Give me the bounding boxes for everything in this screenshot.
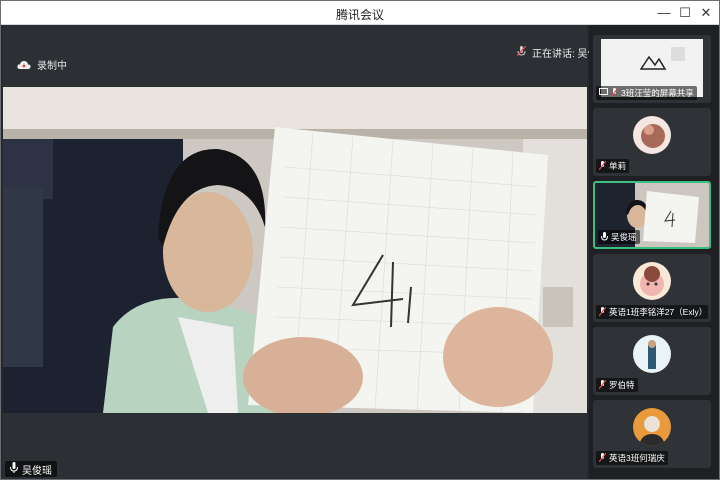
mic-icon xyxy=(10,462,18,476)
participant-tile[interactable]: 罗伯特 xyxy=(593,327,711,395)
close-button[interactable]: ✕ xyxy=(695,3,717,23)
participant-tile[interactable]: 3班汪莹的屏幕共享 xyxy=(593,35,711,103)
participant-label: 英语3班何瑞庆 xyxy=(596,451,668,465)
window-title: 腾讯会议 xyxy=(335,8,384,22)
mic-muted-icon xyxy=(598,452,607,464)
mic-muted-icon xyxy=(610,87,619,99)
mic-muted-icon xyxy=(598,379,607,391)
recording-label: 录制中 xyxy=(37,61,67,72)
app-window: 腾讯会议 — ☐ ✕ 录制中 正在讲话: 吴俊瑶; 吴俊瑶 3班汪莹的屏幕共享 … xyxy=(0,0,720,480)
participant-name: 3班汪莹的屏幕共享 xyxy=(621,88,694,98)
screen-share-icon xyxy=(599,88,608,98)
minimize-button[interactable]: — xyxy=(653,3,675,23)
mic-muted-icon xyxy=(516,45,527,60)
participant-tile[interactable]: 英语3班何瑞庆 xyxy=(593,400,711,468)
mic-icon xyxy=(601,231,608,243)
avatar xyxy=(633,116,671,154)
participant-tile[interactable]: 单莉 xyxy=(593,108,711,176)
main-speaker-video[interactable]: 4 xyxy=(3,87,587,413)
main-speaker-badge: 吴俊瑶 xyxy=(5,461,57,477)
avatar xyxy=(633,408,671,446)
participant-tile-active[interactable]: 吴俊瑶 xyxy=(593,181,711,249)
participant-name: 罗伯特 xyxy=(609,380,635,390)
recording-indicator: 录制中 xyxy=(17,57,67,72)
maximize-button[interactable]: ☐ xyxy=(674,3,696,23)
mic-muted-icon xyxy=(598,160,607,172)
participant-label: 吴俊瑶 xyxy=(598,230,640,244)
participant-label: 单莉 xyxy=(596,159,630,173)
participants-panel: 3班汪莹的屏幕共享 单莉 吴俊瑶 英语1班李铭洋27（Exly） 罗伯特 英语3… xyxy=(589,25,719,479)
participant-tile[interactable]: 英语1班李铭洋27（Exly） xyxy=(593,254,711,322)
participant-label: 罗伯特 xyxy=(596,378,638,392)
title-bar: 腾讯会议 — ☐ ✕ xyxy=(1,1,719,25)
participant-name: 吴俊瑶 xyxy=(611,232,637,242)
participant-label: 英语1班李铭洋27（Exly） xyxy=(596,305,708,319)
main-speaker-name: 吴俊瑶 xyxy=(22,465,52,477)
participant-label: 3班汪莹的屏幕共享 xyxy=(596,86,697,100)
participant-name: 英语3班何瑞庆 xyxy=(609,453,665,463)
participant-name: 单莉 xyxy=(609,161,627,171)
cloud-icon xyxy=(17,60,31,69)
avatar xyxy=(633,262,671,300)
main-bottom-bar: 吴俊瑶 xyxy=(3,413,587,479)
participant-name: 英语1班李铭洋27（Exly） xyxy=(609,307,708,317)
main-video-area: 录制中 正在讲话: 吴俊瑶; 吴俊瑶 xyxy=(3,25,610,479)
mic-muted-icon xyxy=(598,306,607,318)
avatar xyxy=(633,335,671,373)
main-top-bar: 录制中 正在讲话: 吴俊瑶; xyxy=(3,25,610,87)
